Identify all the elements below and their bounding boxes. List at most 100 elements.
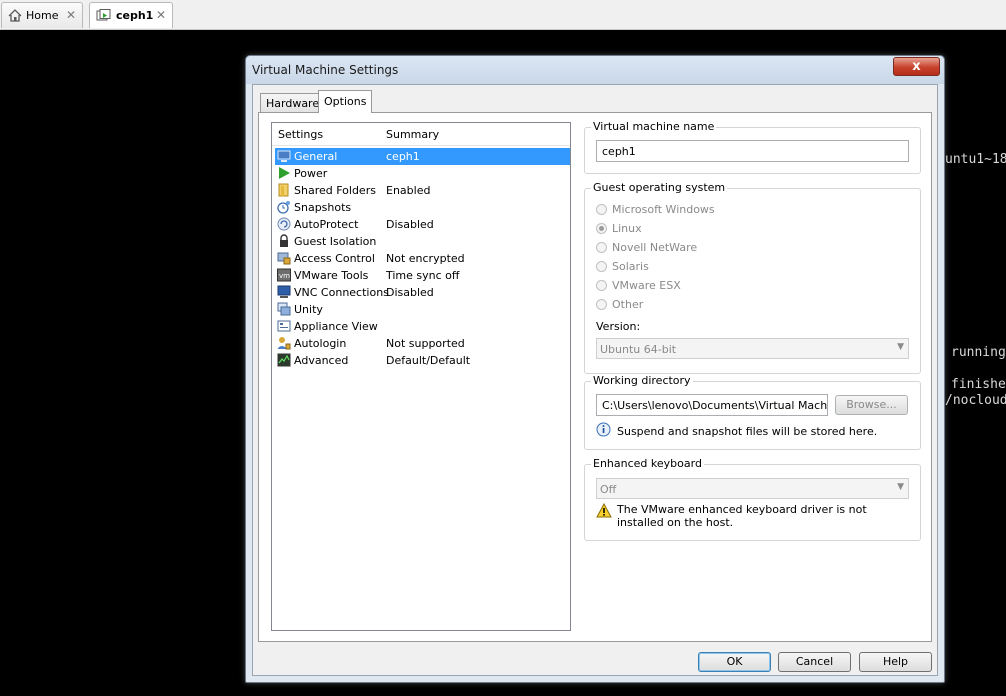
general-icon — [277, 150, 291, 162]
radio-dot — [596, 261, 607, 272]
tab-ceph1-label: ceph1 — [116, 9, 154, 22]
vm-name-group: Virtual machine name ceph1 — [584, 120, 921, 174]
version-label: Version: — [596, 320, 641, 333]
list-item-autoprotect[interactable]: AutoProtect Disabled — [275, 216, 570, 233]
tab-options[interactable]: Options — [318, 90, 373, 113]
list-item-summary: Enabled — [386, 184, 431, 197]
terminal-text: running — [951, 345, 1006, 360]
list-item-name: General — [294, 150, 338, 163]
radio-label: Linux — [612, 222, 642, 235]
unity-icon — [277, 302, 291, 316]
vm-name-label: Virtual machine name — [591, 120, 717, 133]
autoprotect-icon — [277, 217, 291, 231]
keyboard-value: Off — [600, 483, 617, 496]
guest-os-label: Guest operating system — [591, 181, 728, 194]
list-item-name: VMware Tools — [294, 269, 369, 282]
warning-icon — [596, 503, 612, 518]
column-summary[interactable]: Summary — [386, 128, 439, 141]
terminal-text: finishe — [951, 377, 1006, 392]
list-item-name: Access Control — [294, 252, 375, 265]
radio-dot — [596, 242, 607, 253]
vmware-tools-icon: vm — [277, 268, 291, 282]
list-item-access-control[interactable]: Access Control Not encrypted — [275, 250, 570, 267]
keyboard-select[interactable]: Off ▼ — [596, 478, 909, 499]
tab-hardware[interactable]: Hardware — [260, 93, 326, 113]
list-item-name: Autologin — [294, 337, 347, 350]
close-icon: x — [912, 59, 921, 74]
radio-label: Solaris — [612, 260, 649, 273]
dialog-titlebar[interactable]: Virtual Machine Settings x — [246, 56, 944, 84]
keyboard-group: Enhanced keyboard Off ▼ The VMware enhan… — [584, 457, 921, 541]
power-icon — [279, 167, 290, 179]
snapshot-icon — [277, 201, 290, 214]
terminal-text: untu1~18 — [945, 152, 1006, 167]
list-item-shared-folders[interactable]: Shared Folders Enabled — [275, 182, 570, 199]
lock-icon — [280, 234, 288, 247]
appliance-icon — [277, 320, 291, 332]
ok-button[interactable]: OK — [698, 652, 771, 672]
working-dir-label: Working directory — [591, 374, 693, 387]
cancel-button[interactable]: Cancel — [778, 652, 851, 672]
list-item-autologin[interactable]: Autologin Not supported — [275, 335, 570, 352]
tab-home-label: Home — [26, 9, 59, 22]
chevron-down-icon: ▼ — [897, 342, 904, 352]
radio-label: Novell NetWare — [612, 241, 698, 254]
access-control-icon — [277, 252, 291, 265]
guest-os-group: Guest operating system Microsoft Windows… — [584, 181, 921, 374]
help-button[interactable]: Help — [859, 652, 932, 672]
list-header: Settings Summary — [272, 123, 570, 146]
vm-icon — [96, 8, 111, 20]
tab-ceph1[interactable]: ceph1 ✕ — [89, 2, 173, 28]
list-item-summary: Default/Default — [386, 354, 471, 367]
radio-label: Microsoft Windows — [612, 203, 715, 216]
radio-label: VMware ESX — [612, 279, 681, 292]
vm-name-input[interactable]: ceph1 — [596, 140, 909, 162]
list-item-vnc-connections[interactable]: VNC Connections Disabled — [275, 284, 570, 301]
list-item-name: Power — [294, 167, 328, 180]
list-item-summary: Not encrypted — [386, 252, 465, 265]
list-item-name: Appliance View — [294, 320, 378, 333]
tab-home-close-icon[interactable]: ✕ — [66, 8, 76, 22]
vnc-icon — [277, 285, 291, 298]
working-dir-group: Working directory C:\Users\lenovo\Docume… — [584, 374, 921, 450]
terminal-text: /nocloud — [945, 393, 1006, 408]
tab-home[interactable]: Home ✕ — [1, 2, 83, 28]
list-item-unity[interactable]: Unity — [275, 301, 570, 318]
working-dir-info: Suspend and snapshot files will be store… — [617, 425, 878, 438]
tab-strip: Home ✕ ceph1 ✕ — [0, 0, 1006, 30]
list-item-snapshots[interactable]: Snapshots — [275, 199, 570, 216]
home-icon — [8, 9, 22, 22]
list-item-appliance-view[interactable]: Appliance View — [275, 318, 570, 335]
keyboard-warning: The VMware enhanced keyboard driver is n… — [617, 503, 867, 529]
list-item-name: Guest Isolation — [294, 235, 377, 248]
settings-list[interactable]: Settings Summary General ceph1 Power Sha… — [271, 122, 571, 631]
list-item-vmware-tools[interactable]: vm VMware Tools Time sync off — [275, 267, 570, 284]
close-button[interactable]: x — [893, 57, 940, 76]
column-settings[interactable]: Settings — [278, 128, 323, 141]
radio-dot-selected — [596, 223, 607, 234]
list-item-summary: ceph1 — [386, 150, 420, 163]
list-item-name: Shared Folders — [294, 184, 376, 197]
list-item-name: Advanced — [294, 354, 349, 367]
version-select[interactable]: Ubuntu 64-bit ▼ — [596, 338, 909, 359]
folder-icon — [278, 183, 289, 197]
info-icon — [596, 422, 611, 437]
svg-text:vm: vm — [279, 272, 290, 280]
radio-dot — [596, 299, 607, 310]
working-dir-input[interactable]: C:\Users\lenovo\Documents\Virtual Machin… — [596, 394, 828, 416]
list-item-name: Snapshots — [294, 201, 352, 214]
list-item-summary: Not supported — [386, 337, 465, 350]
vm-settings-dialog: Virtual Machine Settings x Hardware Opti… — [245, 55, 945, 683]
options-panel: Settings Summary General ceph1 Power Sha… — [258, 112, 932, 642]
tab-ceph1-close-icon[interactable]: ✕ — [156, 8, 166, 22]
list-item-advanced[interactable]: Advanced Default/Default — [275, 352, 570, 369]
list-item-summary: Time sync off — [386, 269, 460, 282]
browse-button[interactable]: Browse... — [835, 395, 908, 415]
advanced-icon — [277, 353, 291, 367]
dialog-title: Virtual Machine Settings — [252, 63, 399, 77]
list-item-power[interactable]: Power — [275, 165, 570, 182]
chevron-down-icon: ▼ — [897, 482, 904, 492]
list-item-guest-isolation[interactable]: Guest Isolation — [275, 233, 570, 250]
list-item-general[interactable]: General ceph1 — [275, 148, 570, 165]
autologin-icon — [277, 337, 291, 350]
